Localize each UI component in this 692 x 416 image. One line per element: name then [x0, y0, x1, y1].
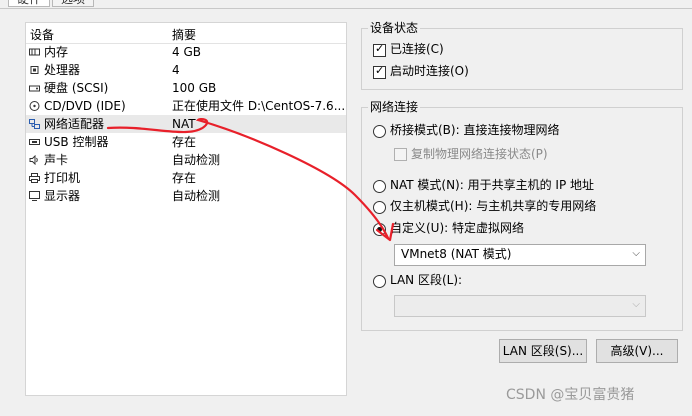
device-status-title: 设备状态: [368, 21, 421, 36]
device-list[interactable]: 设备 摘要 内存 4 GB 处理器 4 硬盘 (SCSI) 100 GB CD/…: [25, 22, 347, 396]
cd-dvd-icon: [29, 101, 40, 111]
device-summary: 4: [172, 63, 180, 77]
device-summary: 自动检测: [172, 189, 221, 203]
device-summary: 100 GB: [172, 81, 217, 95]
bridged-radio[interactable]: [373, 125, 386, 138]
watermark: CSDN @宝贝富贵猪: [506, 387, 635, 403]
chevron-down-icon: ⌵: [632, 248, 640, 259]
lan-segment-label[interactable]: LAN 区段(L):: [390, 273, 462, 288]
chevron-down-icon: ⌵: [632, 299, 640, 310]
custom-radio[interactable]: [373, 223, 386, 236]
lan-segment-select[interactable]: ⌵: [394, 295, 646, 317]
device-name: CD/DVD (IDE): [44, 99, 126, 113]
memory-icon: [29, 48, 40, 56]
device-summary: 自动检测: [172, 153, 221, 167]
custom-label[interactable]: 自定义(U): 特定虚拟网络: [390, 221, 524, 236]
tab-options[interactable]: 选项: [52, 0, 95, 7]
custom-network-value: VMnet8 (NAT 模式): [401, 247, 512, 261]
connected-label[interactable]: 已连接(C): [390, 42, 444, 57]
device-row-cpu[interactable]: 处理器 4: [26, 61, 346, 79]
replicate-state-checkbox[interactable]: [394, 148, 407, 161]
replicate-state-label[interactable]: 复制物理网络连接状态(P): [411, 147, 548, 162]
hard-disk-icon: [29, 85, 40, 92]
device-name: 声卡: [44, 153, 69, 167]
nat-radio[interactable]: [373, 180, 386, 193]
device-summary: 存在: [172, 135, 197, 149]
tab-hardware[interactable]: 硬件: [8, 0, 51, 7]
header-summary[interactable]: 摘要: [172, 26, 196, 43]
device-summary: 4 GB: [172, 45, 201, 59]
device-row-memory[interactable]: 内存 4 GB: [26, 43, 346, 61]
device-summary: 正在使用文件 D:\CentOS-7.6...: [172, 99, 346, 113]
sound-card-icon: [29, 155, 38, 165]
bridged-label[interactable]: 桥接模式(B): 直接连接物理网络: [390, 123, 559, 138]
cpu-icon: [30, 66, 39, 74]
network-connection-title: 网络连接: [368, 100, 421, 115]
host-only-label[interactable]: 仅主机模式(H): 与主机共享的专用网络: [390, 199, 596, 214]
lan-segment-radio[interactable]: [373, 275, 386, 288]
network-adapter-icon: [29, 119, 40, 129]
connect-at-power-on-checkbox[interactable]: ✓: [373, 64, 386, 79]
device-row-network-adapter[interactable]: 网络适配器 NAT: [26, 115, 346, 133]
usb-icon: [29, 139, 40, 145]
custom-network-select[interactable]: VMnet8 (NAT 模式) ⌵: [394, 244, 646, 266]
device-summary: 存在: [172, 171, 197, 185]
connected-checkbox[interactable]: ✓: [373, 42, 386, 57]
host-only-radio[interactable]: [373, 201, 386, 214]
device-name: 显示器: [44, 189, 81, 203]
advanced-button[interactable]: 高级(V)...: [596, 339, 678, 363]
device-name: 网络适配器: [44, 117, 105, 131]
printer-icon: [29, 173, 40, 183]
header-device[interactable]: 设备: [30, 26, 54, 43]
nat-label[interactable]: NAT 模式(N): 用于共享主机的 IP 地址: [390, 178, 594, 193]
connect-at-power-on-label[interactable]: 启动时连接(O): [390, 64, 469, 79]
device-status-group: 设备状态 ✓ 已连接(C) ✓ 启动时连接(O): [361, 21, 683, 90]
device-name: 内存: [44, 45, 69, 59]
device-row-usb[interactable]: USB 控制器 存在: [26, 133, 346, 151]
tab-strip: 硬件 选项: [0, 0, 692, 9]
display-icon: [29, 191, 40, 201]
device-list-header: 设备 摘要: [26, 23, 346, 44]
device-row-sound-card[interactable]: 声卡 自动检测: [26, 151, 346, 169]
device-row-cd-dvd[interactable]: CD/DVD (IDE) 正在使用文件 D:\CentOS-7.6...: [26, 97, 346, 115]
lan-segments-button[interactable]: LAN 区段(S)...: [499, 339, 587, 363]
device-row-display[interactable]: 显示器 自动检测: [26, 187, 346, 205]
device-summary: NAT: [172, 117, 196, 131]
device-name: 打印机: [44, 171, 81, 185]
device-name: USB 控制器: [44, 135, 109, 149]
device-name: 硬盘 (SCSI): [44, 81, 109, 95]
network-connection-group: 网络连接 桥接模式(B): 直接连接物理网络 复制物理网络连接状态(P) NAT…: [361, 100, 683, 331]
device-row-hard-disk[interactable]: 硬盘 (SCSI) 100 GB: [26, 79, 346, 97]
device-row-printer[interactable]: 打印机 存在: [26, 169, 346, 187]
device-name: 处理器: [44, 63, 81, 77]
